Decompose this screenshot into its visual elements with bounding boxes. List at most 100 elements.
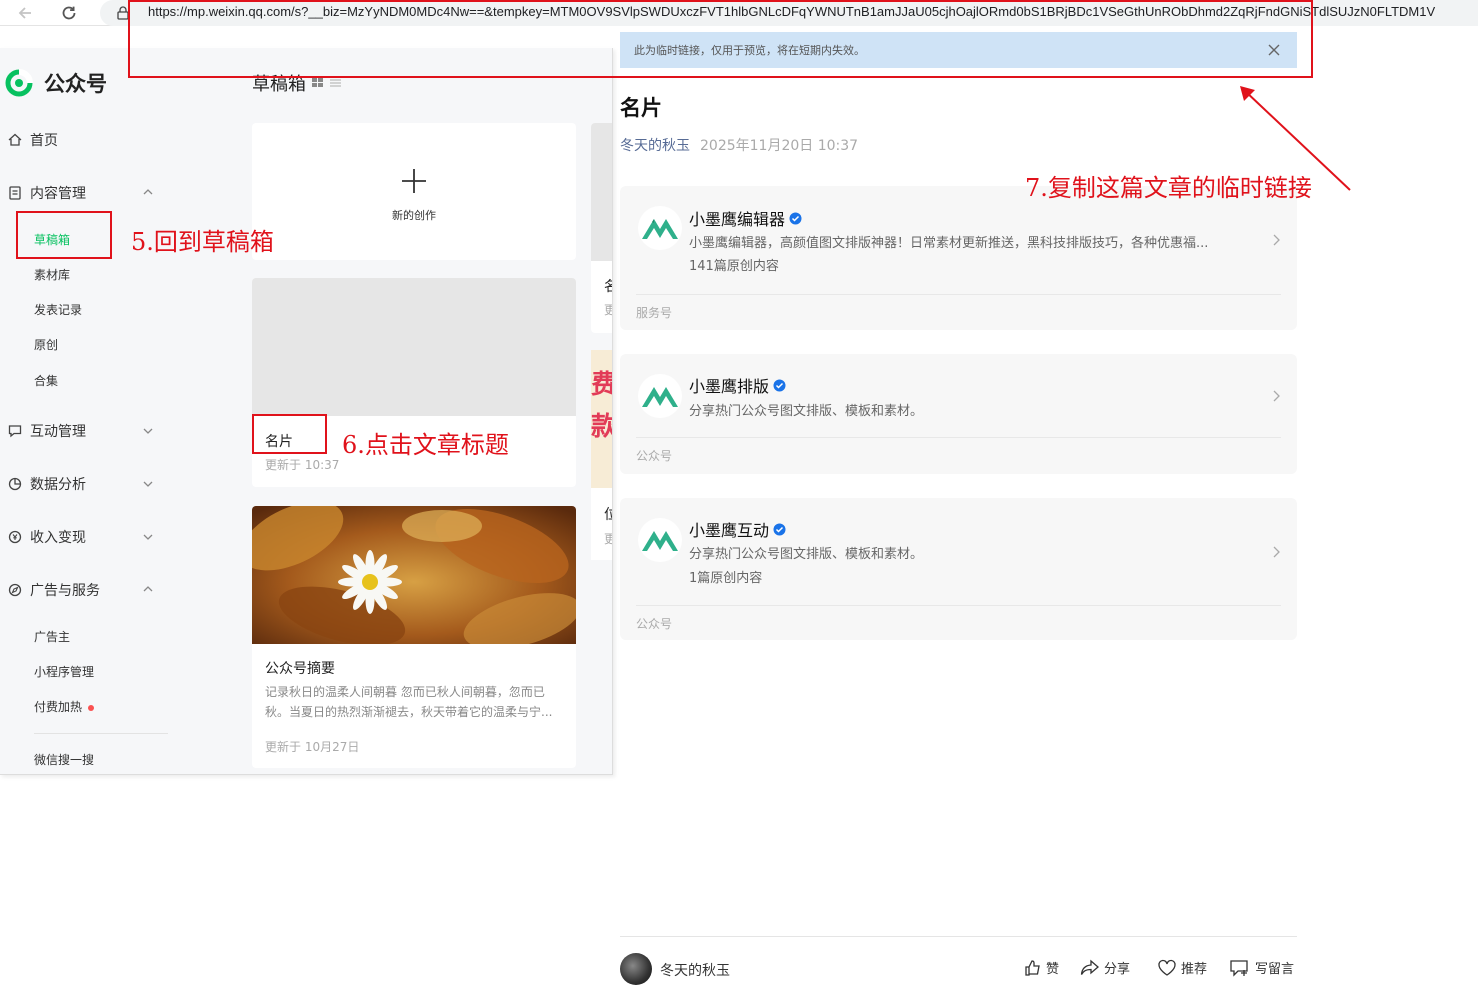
account-desc: 小墨鹰编辑器，高颜值图文排版神器！日常素材更新推送，黑科技排版技巧，各种优惠福.… [689, 236, 1209, 251]
author-link[interactable]: 冬天的秋玉 [620, 138, 690, 154]
screenshot-root: https://mp.weixin.qq.com/s?__biz=MzYyNDM… [0, 0, 1478, 998]
account-avatar [638, 518, 682, 562]
list-view-icon[interactable] [330, 78, 342, 88]
eagle-logo-icon [642, 219, 678, 239]
comment-label: 写留言 [1255, 962, 1295, 977]
sidebar-item-ads[interactable]: 广告与服务 [8, 580, 100, 600]
sidebar-item-home[interactable]: 首页 [8, 130, 58, 150]
sidebar-item-advertiser[interactable]: 广告主 [34, 628, 70, 645]
sidebar-item-publish-log[interactable]: 发表记录 [34, 301, 82, 318]
draft-card-title: 名 [604, 276, 612, 296]
annotation-step5: 5.回到草稿箱 [131, 228, 274, 256]
pie-chart-icon [8, 477, 22, 491]
like-button[interactable]: 赞 [1024, 958, 1059, 977]
draft-card-title[interactable]: 公众号摘要 [265, 658, 335, 678]
chevron-down-icon[interactable] [142, 425, 154, 437]
chevron-right-icon[interactable] [1271, 545, 1281, 559]
account-name-text: 小墨鹰编辑器 [689, 210, 786, 229]
sidebar: 公众号 首页 内容管理 草稿箱 素材库 发表记录 原创 合集 互动管理 数据分析… [0, 48, 184, 774]
new-creation-card[interactable]: 新的创作 [252, 123, 576, 260]
sidebar-item-materials[interactable]: 素材库 [34, 266, 70, 283]
grid-view-icon[interactable] [312, 78, 324, 88]
autumn-leaves-cover-image [252, 506, 576, 649]
account-card[interactable]: 小墨鹰排版 分享热门公众号图文排版、模板和素材。 公众号 [620, 354, 1297, 474]
account-type: 服务号 [636, 306, 673, 320]
draft-card[interactable]: 公众号摘要 记录秋日的温柔人间朝暮 忽而已秋人间朝暮，忽而已秋。当夏日的热烈渐渐… [252, 506, 576, 768]
sidebar-item-content[interactable]: 内容管理 [8, 183, 86, 203]
share-button[interactable]: 分享 [1080, 958, 1130, 977]
document-icon [9, 186, 21, 200]
draft-card-time: 更 [604, 530, 612, 547]
logo[interactable]: 公众号 [4, 68, 107, 98]
account-avatar [638, 206, 682, 250]
recommend-button[interactable]: 推荐 [1157, 958, 1207, 977]
sidebar-item-paid-boost[interactable]: 付费加热 [34, 698, 95, 715]
plus-icon [402, 169, 426, 193]
avatar[interactable] [620, 953, 652, 985]
account-name: 小墨鹰排版 [689, 373, 786, 397]
reload-icon[interactable] [58, 2, 80, 24]
sidebar-divider [34, 733, 168, 734]
sidebar-item-label: 付费加热 [34, 700, 83, 714]
draft-card-desc: 记录秋日的温柔人间朝暮 忽而已秋人间朝暮，忽而已秋。当夏日的热烈渐渐褪去，秋天带… [265, 685, 553, 719]
annotation-step6: 6.点击文章标题 [342, 431, 509, 459]
heart-icon [1158, 959, 1176, 976]
sidebar-item-analytics[interactable]: 数据分析 [8, 474, 86, 494]
notification-dot [88, 704, 95, 711]
draft-card-partial[interactable]: 费 款 [591, 350, 612, 488]
account-name: 小墨鹰编辑器 [689, 206, 802, 230]
compass-icon [8, 583, 22, 597]
account-card[interactable]: 小墨鹰编辑器 小墨鹰编辑器，高颜值图文排版神器！日常素材更新推送，黑科技排版技巧… [620, 186, 1297, 330]
cover-text: 费 [591, 364, 612, 401]
sidebar-item-miniprogram[interactable]: 小程序管理 [34, 663, 94, 680]
account-count: 1篇原创内容 [689, 571, 763, 586]
back-arrow-icon[interactable] [14, 2, 36, 24]
account-name-text: 小墨鹰排版 [689, 377, 770, 396]
account-desc: 分享热门公众号图文排版、模板和素材。 [689, 547, 924, 562]
new-creation-label: 新的创作 [392, 209, 436, 222]
account-count: 141篇原创内容 [689, 259, 779, 274]
comment-button[interactable]: 写留言 [1229, 958, 1294, 977]
annotation-box-title [252, 414, 327, 454]
account-name-text: 小墨鹰互动 [689, 521, 770, 540]
account-card[interactable]: 小墨鹰互动 分享热门公众号图文排版、模板和素材。 1篇原创内容 公众号 [620, 498, 1297, 640]
article-meta: 冬天的秋玉 2025年11月20日 10:37 [620, 135, 858, 155]
chevron-right-icon[interactable] [1271, 233, 1281, 247]
annotation-step7: 7.复制这篇文章的临时链接 [1025, 174, 1312, 202]
recommend-label: 推荐 [1181, 962, 1208, 977]
sidebar-item-interaction[interactable]: 互动管理 [8, 421, 86, 441]
account-type: 公众号 [636, 617, 673, 631]
article-title: 名片 [620, 96, 662, 120]
share-icon [1080, 959, 1099, 975]
eagle-logo-icon [642, 531, 678, 551]
home-icon [8, 133, 22, 146]
chat-icon [8, 425, 22, 438]
footer-author[interactable]: 冬天的秋玉 [660, 960, 730, 980]
sidebar-item-original[interactable]: 原创 [34, 336, 58, 353]
yen-icon [8, 530, 22, 544]
verified-icon [773, 523, 786, 535]
account-desc: 分享热门公众号图文排版、模板和素材。 [689, 404, 924, 419]
chevron-right-icon[interactable] [1271, 389, 1281, 403]
footer-divider [620, 936, 1297, 937]
draft-card-partial[interactable]: 名 更 [591, 123, 612, 333]
sidebar-item-monetize[interactable]: 收入变现 [8, 527, 86, 547]
draft-card-time: 更新于 10:37 [265, 458, 340, 472]
account-card-divider [636, 437, 1281, 438]
logo-text: 公众号 [44, 72, 107, 96]
mp-backend-panel: 公众号 首页 内容管理 草稿箱 素材库 发表记录 原创 合集 互动管理 数据分析… [0, 48, 613, 775]
annotation-box-drafts [16, 211, 112, 259]
chevron-down-icon[interactable] [142, 478, 154, 490]
draft-card-partial[interactable]: 位 更 [591, 488, 612, 560]
chevron-down-icon[interactable] [142, 531, 154, 543]
account-card-divider [636, 605, 1281, 606]
account-avatar [638, 374, 682, 418]
chevron-up-icon[interactable] [142, 186, 154, 198]
account-name: 小墨鹰互动 [689, 517, 786, 541]
sidebar-item-wechat-search[interactable]: 微信搜一搜 [34, 751, 94, 768]
account-card-divider [636, 294, 1281, 295]
chevron-up-icon[interactable] [142, 583, 154, 595]
sidebar-item-label: 广告与服务 [30, 583, 100, 599]
like-label: 赞 [1046, 962, 1060, 977]
sidebar-item-collection[interactable]: 合集 [34, 372, 58, 389]
